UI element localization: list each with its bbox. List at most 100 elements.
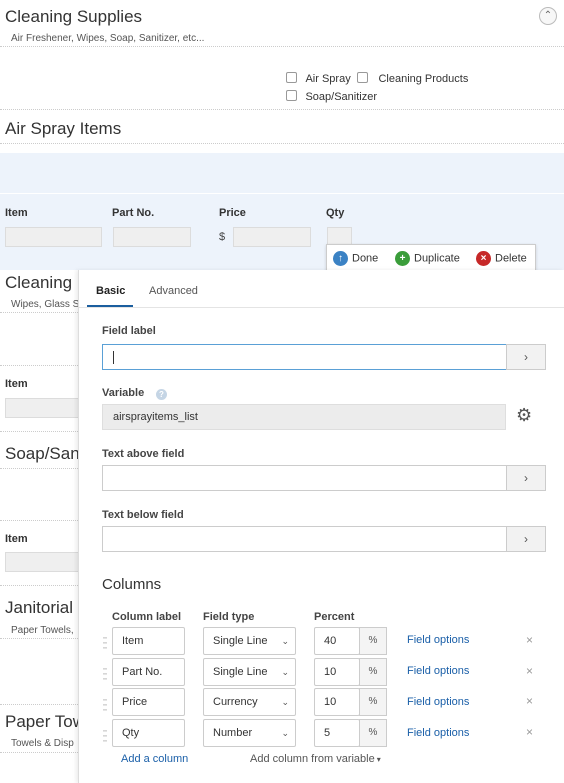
field-options-link[interactable]: Field options	[407, 727, 469, 739]
tab-advanced[interactable]: Advanced	[149, 285, 198, 297]
percent-input[interactable]: 5	[314, 719, 360, 747]
done-label: Done	[352, 252, 379, 265]
gear-icon[interactable]: ⚙	[516, 405, 532, 426]
done-button[interactable]: ↑ Done	[333, 251, 378, 266]
column-header-item: Item	[5, 207, 28, 219]
field-type-select[interactable]: Single Line ⌄	[203, 627, 296, 655]
price-input[interactable]	[233, 227, 311, 247]
column-label-header: Column label	[112, 611, 182, 623]
variable-field[interactable]: airsprayitems_list	[102, 404, 506, 430]
part-no-input[interactable]	[113, 227, 191, 247]
section-subtitle: Paper Towels,	[11, 625, 74, 636]
add-column-from-variable-label: Add column from variable	[250, 753, 375, 765]
divider	[0, 143, 564, 144]
tab-basic[interactable]: Basic	[96, 285, 125, 297]
column-header-price: Price	[219, 207, 246, 219]
percent-input[interactable]: 10	[314, 658, 360, 686]
text-above-go-button[interactable]: ›	[506, 465, 546, 491]
item-input[interactable]	[5, 227, 102, 247]
drag-handle-icon[interactable]: ·· ·· ··	[102, 693, 110, 715]
column-label-input[interactable]: Price	[112, 688, 185, 716]
checkbox-soap-sanitizer[interactable]: Soap/Sanitizer	[286, 87, 377, 105]
chevron-down-icon: ⌄	[281, 667, 289, 677]
field-type-value: Currency	[213, 696, 258, 708]
duplicate-label: Duplicate	[414, 252, 460, 265]
field-label-go-button[interactable]: ›	[506, 344, 546, 370]
checkbox-box[interactable]	[357, 72, 368, 84]
field-options-link[interactable]: Field options	[407, 665, 469, 677]
chevron-down-icon: ⌄	[281, 697, 289, 707]
field-options-link[interactable]: Field options	[407, 696, 469, 708]
chevron-down-icon: ⌄	[281, 636, 289, 646]
checkbox-cleaning-products[interactable]: Cleaning Products	[357, 69, 468, 87]
field-label-label: Field label	[102, 325, 156, 337]
delete-label: Delete	[495, 252, 527, 265]
column-label-input[interactable]: Item	[112, 627, 185, 655]
field-type-value: Number	[213, 727, 253, 739]
item-input[interactable]	[5, 552, 80, 572]
help-icon[interactable]: ?	[156, 389, 167, 400]
field-type-value: Single Line	[213, 635, 268, 647]
field-editor-panel: Basic Advanced Field label › Variable ? …	[78, 270, 564, 783]
arrow-up-icon: ↑	[333, 251, 348, 266]
checkbox-label: Cleaning Products	[378, 73, 469, 85]
section-subtitle: Air Freshener, Wipes, Soap, Sanitizer, e…	[11, 33, 205, 44]
delete-button[interactable]: × Delete	[476, 251, 527, 266]
section-title: Paper Tow	[5, 712, 86, 731]
remove-column-close-icon[interactable]: ×	[526, 725, 533, 739]
text-below-label: Text below field	[102, 509, 184, 521]
chevron-right-icon: ›	[524, 532, 528, 546]
text-above-input[interactable]	[102, 465, 507, 491]
field-type-select[interactable]: Currency ⌄	[203, 688, 296, 716]
section-title: Janitorial S	[5, 598, 90, 617]
remove-column-close-icon[interactable]: ×	[526, 633, 533, 647]
text-below-input[interactable]	[102, 526, 507, 552]
column-label-input[interactable]: Qty	[112, 719, 185, 747]
field-options-link[interactable]: Field options	[407, 634, 469, 646]
column-header-qty: Qty	[326, 207, 345, 219]
tabs-divider	[79, 307, 564, 308]
checkbox-box[interactable]	[286, 72, 297, 84]
remove-column-close-icon[interactable]: ×	[526, 694, 533, 708]
percent-addon: %	[359, 658, 387, 686]
column-label-input[interactable]: Part No.	[112, 658, 185, 686]
add-column-from-variable-dropdown[interactable]: Add column from variable ▾	[250, 753, 381, 765]
remove-column-close-icon[interactable]: ×	[526, 664, 533, 678]
text-caret	[113, 351, 114, 364]
percent-input[interactable]: 10	[314, 688, 360, 716]
variable-label: Variable	[102, 387, 145, 399]
field-type-select[interactable]: Number ⌄	[203, 719, 296, 747]
column-header-part-no: Part No.	[112, 207, 155, 219]
checkbox-air-spray[interactable]: Air Spray	[286, 69, 351, 87]
columns-title: Columns	[102, 576, 162, 593]
section-title: Soap/Sani	[5, 444, 84, 463]
field-type-value: Single Line	[213, 666, 268, 678]
drag-handle-icon[interactable]: ·· ·· ··	[102, 662, 110, 684]
text-below-go-button[interactable]: ›	[506, 526, 546, 552]
chevron-down-icon: ⌄	[281, 728, 289, 738]
drag-handle-icon[interactable]: ·· ·· ··	[102, 631, 110, 653]
section-subtitle: Towels & Disp	[11, 738, 74, 749]
collapse-chevron-up-icon[interactable]: ⌃	[539, 7, 557, 25]
text-above-label: Text above field	[102, 448, 185, 460]
field-type-select[interactable]: Single Line ⌄	[203, 658, 296, 686]
field-label-input[interactable]	[102, 344, 507, 370]
column-header-item: Item	[5, 378, 28, 390]
divider	[0, 46, 564, 47]
checkbox-label: Air Spray	[305, 73, 351, 85]
percent-addon: %	[359, 627, 387, 655]
percent-input[interactable]: 40	[314, 627, 360, 655]
add-column-link[interactable]: Add a column	[121, 753, 188, 765]
divider	[0, 109, 564, 110]
repeater-band	[0, 153, 564, 193]
field-action-bar: ↑ Done + Duplicate × Delete	[326, 244, 536, 272]
chevron-right-icon: ›	[524, 471, 528, 485]
checkbox-label: Soap/Sanitizer	[305, 91, 377, 103]
drag-handle-icon[interactable]: ·· ·· ··	[102, 724, 110, 746]
item-input[interactable]	[5, 398, 80, 418]
section-title: Cleaning Supplies	[5, 7, 143, 26]
currency-symbol: $	[219, 231, 226, 243]
duplicate-button[interactable]: + Duplicate	[395, 251, 460, 266]
field-type-header: Field type	[203, 611, 255, 623]
checkbox-box[interactable]	[286, 90, 297, 102]
